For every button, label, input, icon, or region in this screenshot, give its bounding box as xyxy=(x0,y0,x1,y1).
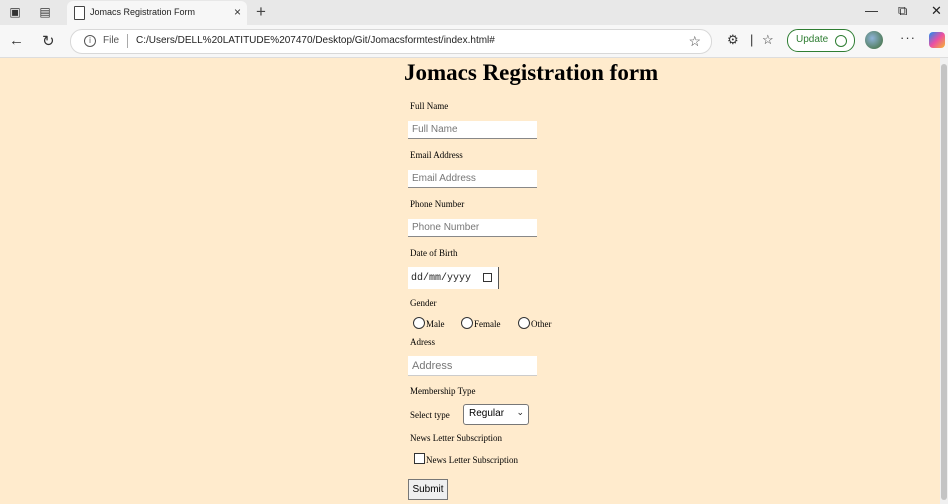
favorite-star-icon[interactable]: ☆ xyxy=(688,33,701,50)
gender-male-label: Male xyxy=(426,319,445,329)
new-tab-button[interactable]: + xyxy=(256,2,266,22)
url-field[interactable]: i File C:/Users/DELL%20LATITUDE%207470/D… xyxy=(70,29,712,54)
address-label: Adress xyxy=(410,337,435,347)
scrollbar-thumb[interactable] xyxy=(941,64,947,500)
info-icon[interactable]: i xyxy=(84,35,96,47)
full-name-label: Full Name xyxy=(410,101,449,111)
gender-female-label: Female xyxy=(474,319,501,329)
workspaces-icon[interactable]: ▣ xyxy=(8,5,22,19)
phone-label: Phone Number xyxy=(410,199,465,209)
membership-label: Membership Type xyxy=(410,386,476,396)
minimize-button[interactable]: — xyxy=(865,3,878,18)
gender-other-radio[interactable] xyxy=(518,317,530,329)
document-icon xyxy=(74,6,85,20)
tab-title: Jomacs Registration Form xyxy=(90,7,196,17)
gender-other-label: Other xyxy=(531,319,552,329)
phone-input[interactable] xyxy=(408,219,537,237)
gender-label: Gender xyxy=(410,298,437,308)
dob-input[interactable]: dd/mm/yyyy xyxy=(408,267,499,289)
dob-value: dd/mm/yyyy xyxy=(411,273,472,284)
address-input[interactable] xyxy=(408,356,537,376)
restore-button[interactable]: ⧉ xyxy=(898,3,907,19)
email-input[interactable] xyxy=(408,170,537,188)
divider-bar: | xyxy=(750,32,754,47)
membership-select-value: Regular xyxy=(469,408,505,419)
copilot-icon[interactable] xyxy=(929,32,945,48)
gender-male-radio[interactable] xyxy=(413,317,425,329)
page-title: Jomacs Registration form xyxy=(404,60,659,85)
profile-avatar[interactable] xyxy=(865,31,883,49)
page-content: Jomacs Registration form Full Name Email… xyxy=(0,58,940,504)
url-text[interactable]: C:/Users/DELL%20LATITUDE%207470/Desktop/… xyxy=(136,35,495,46)
file-label: File xyxy=(103,35,120,46)
membership-select[interactable]: Regular ⌄ xyxy=(463,404,529,425)
divider xyxy=(127,34,128,48)
select-type-label: Select type xyxy=(410,410,450,420)
browser-tab[interactable]: Jomacs Registration Form × xyxy=(67,1,247,25)
refresh-icon[interactable]: ↻ xyxy=(42,32,55,50)
email-label: Email Address xyxy=(410,150,463,160)
close-tab-icon[interactable]: × xyxy=(234,5,241,19)
dob-label: Date of Birth xyxy=(410,248,458,258)
address-bar: ← ↻ i File C:/Users/DELL%20LATITUDE%2074… xyxy=(0,25,948,58)
close-window-button[interactable]: ✕ xyxy=(931,3,942,19)
gender-female-radio[interactable] xyxy=(461,317,473,329)
tab-actions-icon[interactable]: ▤ xyxy=(38,5,52,19)
chevron-down-icon: ⌄ xyxy=(516,407,524,417)
full-name-input[interactable] xyxy=(408,121,537,139)
tab-bar: ▣ ▤ Jomacs Registration Form × + — ⧉ ✕ xyxy=(0,0,948,25)
newsletter-label: News Letter Subscription xyxy=(410,433,502,443)
extensions-icon[interactable]: ⚙ xyxy=(727,32,739,48)
back-arrow-icon[interactable]: ← xyxy=(9,32,24,49)
calendar-icon[interactable] xyxy=(483,273,492,282)
submit-button[interactable]: Submit xyxy=(408,479,448,500)
more-options-icon[interactable]: ··· xyxy=(900,30,916,45)
newsletter-checkbox-label: News Letter Subscription xyxy=(426,455,518,465)
update-icon xyxy=(835,35,847,47)
scrollbar[interactable] xyxy=(940,58,948,504)
newsletter-checkbox[interactable] xyxy=(414,453,425,464)
favorites-icon[interactable]: ☆ xyxy=(762,32,774,48)
update-label: Update xyxy=(796,34,829,45)
update-button[interactable]: Update xyxy=(787,29,855,52)
